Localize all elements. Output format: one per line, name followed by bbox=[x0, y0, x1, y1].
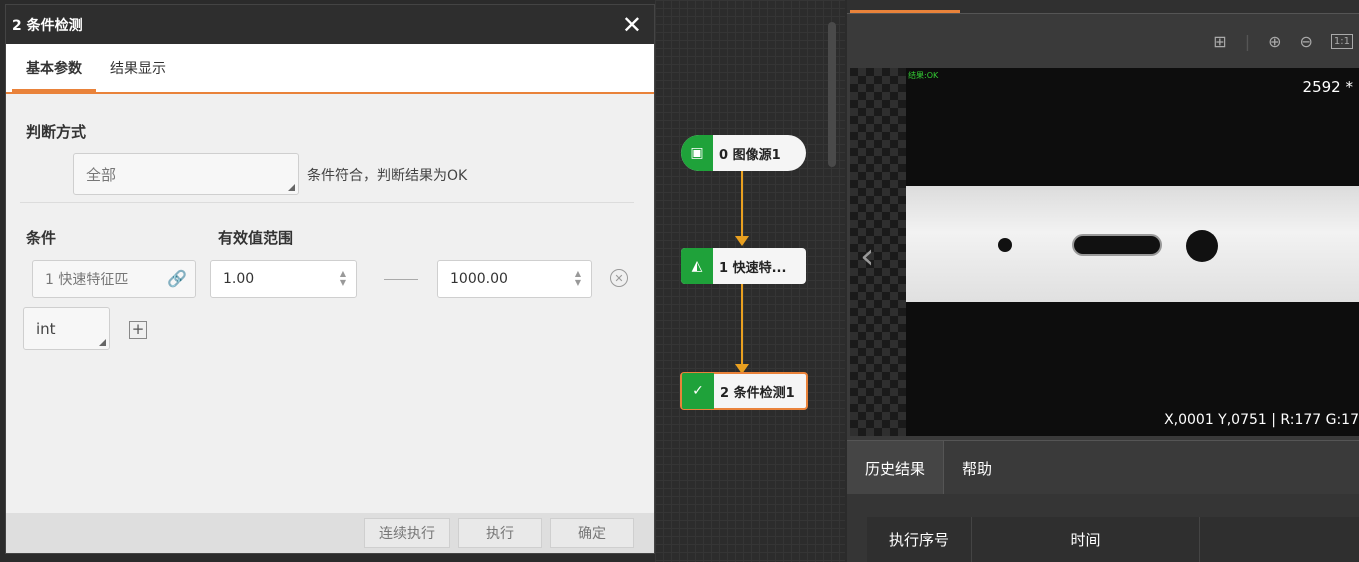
column-header[interactable]: 执行序号 bbox=[867, 517, 972, 562]
remove-condition-icon[interactable]: ✕ bbox=[610, 269, 628, 287]
judge-mode-value: 全部 bbox=[86, 165, 117, 184]
tab-help[interactable]: 帮助 bbox=[944, 441, 1010, 495]
hole-mark bbox=[1186, 230, 1218, 262]
dropdown-corner-icon bbox=[288, 184, 295, 191]
panel-tabstrip bbox=[847, 0, 1359, 14]
close-icon[interactable]: ✕ bbox=[622, 13, 642, 37]
column-header[interactable]: 时间 bbox=[972, 517, 1200, 562]
tab-basic-params[interactable]: 基本参数 bbox=[12, 58, 96, 92]
history-tabs: 历史结果 帮助 bbox=[847, 440, 1359, 495]
type-value: int bbox=[36, 319, 56, 338]
dialog-titlebar: 2 条件检测 ✕ bbox=[6, 5, 654, 44]
flow-connector bbox=[741, 170, 743, 240]
canvas-scrollbar[interactable] bbox=[828, 22, 836, 167]
dialog-footer: 连续执行 执行 确定 bbox=[6, 513, 654, 553]
add-condition-icon[interactable]: + bbox=[129, 321, 147, 339]
slot-mark bbox=[1072, 234, 1162, 256]
judge-mode-label: 判断方式 bbox=[26, 123, 87, 141]
type-select[interactable]: int bbox=[23, 307, 110, 350]
range-max-value: 1000.00 bbox=[450, 271, 508, 287]
condition-source-field[interactable]: 1 快速特征匹 🔗 bbox=[32, 260, 196, 298]
metal-strip bbox=[906, 186, 1359, 302]
flow-node-label: 2 条件检测1 bbox=[720, 385, 795, 401]
inspection-image: 结果:OK 2592 * X,0001 Y,0751 | R:177 G:17 bbox=[906, 68, 1359, 436]
feature-match-icon: ◭ bbox=[681, 248, 713, 284]
toolbar-separator: | bbox=[1244, 31, 1251, 51]
dropdown-corner-icon bbox=[99, 339, 106, 346]
result-ok-label: 结果:OK bbox=[908, 71, 939, 80]
dialog-title: 2 条件检测 bbox=[12, 17, 83, 34]
history-table-header: 执行序号 时间 bbox=[867, 517, 1359, 562]
flow-connector bbox=[741, 284, 743, 368]
condition-check-icon: ✓ bbox=[682, 373, 714, 409]
range-min-input[interactable]: 1.00 ▲ ▼ bbox=[210, 260, 357, 298]
active-tab-indicator bbox=[850, 10, 960, 13]
condition-source-value: 1 快速特征匹 bbox=[45, 272, 129, 288]
previous-image-icon[interactable]: ‹ bbox=[860, 236, 874, 277]
pixel-readout: X,0001 Y,0751 | R:177 G:17 bbox=[1164, 412, 1359, 428]
range-header: 有效值范围 bbox=[218, 229, 294, 247]
grid-icon[interactable]: ⊞ bbox=[1213, 32, 1226, 51]
range-min-value: 1.00 bbox=[223, 271, 255, 287]
actual-size-icon[interactable]: 1:1 bbox=[1330, 33, 1353, 49]
flow-node-feature-match[interactable]: ◭ 1 快速特... bbox=[681, 248, 806, 284]
right-panel: ⊞ | ⊕ ⊖ 1:1 ‹ 结果:OK 2592 * X,0001 Y,0751… bbox=[847, 0, 1359, 562]
range-max-input[interactable]: 1000.00 ▲ ▼ bbox=[437, 260, 592, 298]
image-size-label: 2592 * bbox=[1302, 78, 1353, 96]
flow-node-condition-check[interactable]: ✓ 2 条件检测1 bbox=[680, 372, 808, 410]
zoom-out-icon[interactable]: ⊖ bbox=[1300, 32, 1313, 51]
confirm-button[interactable]: 确定 bbox=[550, 518, 634, 548]
dialog-tabs: 基本参数 结果显示 bbox=[6, 44, 654, 94]
hole-mark bbox=[998, 238, 1012, 252]
continuous-run-button[interactable]: 连续执行 bbox=[364, 518, 450, 548]
run-button[interactable]: 执行 bbox=[458, 518, 542, 548]
tab-result-display[interactable]: 结果显示 bbox=[96, 58, 180, 92]
image-toolbar: ⊞ | ⊕ ⊖ 1:1 bbox=[1213, 24, 1359, 58]
flow-node-image-source[interactable]: ▣ 0 图像源1 bbox=[681, 135, 806, 171]
spinner-icon[interactable]: ▲ ▼ bbox=[340, 269, 346, 287]
flow-arrow-icon bbox=[735, 236, 749, 246]
spinner-icon[interactable]: ▲ ▼ bbox=[575, 269, 581, 287]
judge-note: 条件符合，判断结果为OK bbox=[307, 168, 468, 184]
tab-history-results[interactable]: 历史结果 bbox=[847, 441, 945, 495]
image-viewer[interactable]: ‹ 结果:OK 2592 * X,0001 Y,0751 | R:177 G:1… bbox=[850, 68, 1359, 436]
condition-header: 条件 bbox=[26, 229, 57, 247]
section-divider bbox=[20, 202, 634, 203]
image-source-icon: ▣ bbox=[681, 135, 713, 171]
link-icon[interactable]: 🔗 bbox=[167, 269, 187, 288]
range-dash bbox=[384, 279, 418, 280]
flow-node-label: 0 图像源1 bbox=[719, 147, 781, 163]
judge-mode-select[interactable]: 全部 bbox=[73, 153, 299, 195]
condition-dialog: 2 条件检测 ✕ 基本参数 结果显示 判断方式 全部 条件符合，判断结果为OK … bbox=[5, 4, 655, 554]
flow-node-label: 1 快速特... bbox=[719, 260, 787, 276]
zoom-in-icon[interactable]: ⊕ bbox=[1268, 32, 1281, 51]
